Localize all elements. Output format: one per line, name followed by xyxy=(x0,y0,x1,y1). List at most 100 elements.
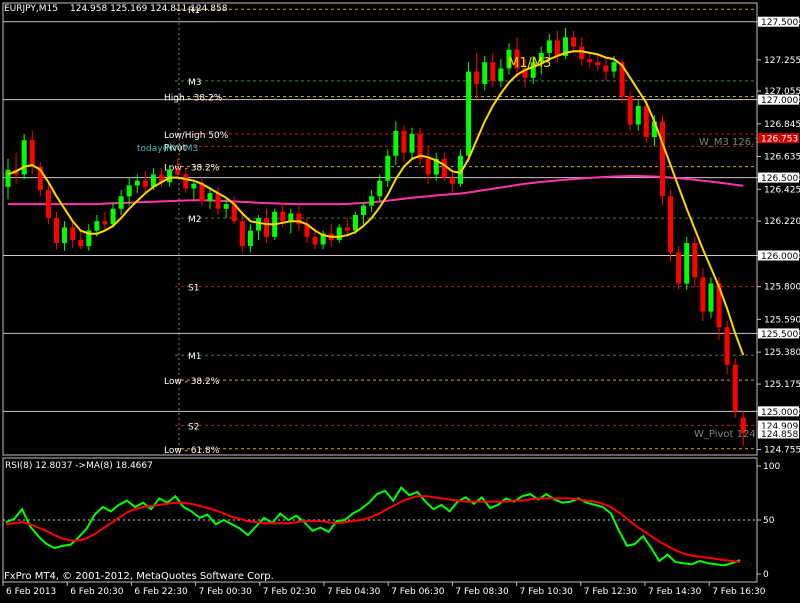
candle-body xyxy=(498,68,504,81)
candle-body xyxy=(466,71,472,156)
candle-body xyxy=(546,40,552,53)
candle-body xyxy=(118,196,124,209)
candle-body xyxy=(684,243,690,284)
rsi-title: RSI(8) 12.8037 ->MA(8) 18.4667 xyxy=(5,461,153,471)
candle-body xyxy=(312,236,318,245)
candle-body xyxy=(288,213,294,222)
time-axis-label: 7 Feb 12:30 xyxy=(584,587,638,597)
candle-body xyxy=(191,183,197,189)
candle-body xyxy=(29,140,35,167)
slow-ma-line xyxy=(8,175,744,206)
price-axis-label: 126.425 xyxy=(764,185,800,195)
candle-body xyxy=(94,221,100,231)
candle-body xyxy=(62,227,68,244)
candle-body xyxy=(134,180,140,186)
candle-body xyxy=(377,180,383,197)
price-marker-label: 127.500 xyxy=(761,18,798,28)
candle-body xyxy=(336,227,342,240)
candle-body xyxy=(676,252,682,284)
candle-body xyxy=(659,121,665,197)
mt4-chart[interactable]: R1 M3 High - 38.2% Low/High 50% Pivot Low - 3… xyxy=(0,0,800,600)
pivot-level-label: High - 38.2% xyxy=(164,94,223,104)
price-chart-svg[interactable]: R1M3High - 38.2%Low/High 50%PivotLow - 3… xyxy=(0,0,800,600)
price-pane-frame xyxy=(2,2,758,456)
candle-body xyxy=(215,193,221,209)
price-marker-label: 126.753 xyxy=(761,135,798,145)
candle-body xyxy=(587,59,593,63)
candle-body xyxy=(635,105,641,125)
candle-body xyxy=(264,218,270,237)
candle-body xyxy=(21,140,27,175)
time-axis-label: 6 Feb 2013 xyxy=(6,587,56,597)
candle-body xyxy=(692,243,698,278)
candle-body xyxy=(183,174,189,189)
candle-body xyxy=(45,190,51,219)
symbol-timeframe: EURJPY,M15 xyxy=(4,4,58,14)
pivot-level-label: S1 xyxy=(188,284,199,294)
price-marker-label: 127.000 xyxy=(761,96,798,106)
candle-body xyxy=(700,277,706,312)
pivot-level-label: Low/High 50% xyxy=(164,131,229,141)
price-axis-label: 125.380 xyxy=(764,348,800,358)
candle-body xyxy=(724,327,730,365)
time-axis-label: 7 Feb 00:30 xyxy=(199,587,253,597)
candle-body xyxy=(369,196,375,206)
candle-body xyxy=(668,196,674,253)
candle-body xyxy=(482,62,488,85)
candle-body xyxy=(490,62,496,81)
time-axis-label: 7 Feb 16:30 xyxy=(712,587,766,597)
candle-body xyxy=(595,62,601,66)
rsi-axis-label: 50 xyxy=(763,516,775,526)
candle-body xyxy=(449,177,455,184)
chart-annotation: today(NY) M3 xyxy=(137,144,198,154)
candle-body xyxy=(199,183,205,201)
time-axis-label: 7 Feb 10:30 xyxy=(520,587,574,597)
price-axis-label: 125.800 xyxy=(764,283,800,293)
candle-body xyxy=(361,205,367,215)
candle-body xyxy=(393,130,399,156)
candle-body xyxy=(126,185,132,197)
chart-annotation: M1/M3 xyxy=(508,56,551,71)
candle-body xyxy=(643,105,649,138)
candle-body xyxy=(409,133,415,153)
candle-body xyxy=(280,211,286,222)
price-axis-label: 126.220 xyxy=(764,217,800,227)
candle-body xyxy=(627,96,633,125)
candle-body xyxy=(255,218,261,231)
time-axis-label: 6 Feb 22:30 xyxy=(134,587,188,597)
candle-body xyxy=(441,158,447,178)
time-axis-label: 6 Feb 20:30 xyxy=(70,587,124,597)
candle-body xyxy=(70,227,76,240)
candle-body xyxy=(110,208,116,225)
candle-body xyxy=(352,214,358,231)
candle-body xyxy=(425,158,431,175)
candle-body xyxy=(603,65,609,72)
candle-body xyxy=(474,71,480,85)
pivot-level-label: M3 xyxy=(188,78,202,88)
candle-body xyxy=(175,169,181,175)
candle-body xyxy=(167,169,173,183)
time-axis-label: 7 Feb 06:30 xyxy=(391,587,445,597)
candle-body xyxy=(344,227,350,231)
chart-annotation: W_Pivot 124 xyxy=(694,429,756,440)
candle-body xyxy=(732,364,738,412)
candle-body xyxy=(5,169,11,187)
pivot-level-label: M2 xyxy=(188,215,202,225)
price-axis-label: 125.175 xyxy=(764,380,800,390)
candle-body xyxy=(239,221,245,247)
rsi-line xyxy=(5,486,741,567)
price-axis-label: 124.755 xyxy=(764,446,800,456)
time-axis-label: 7 Feb 04:30 xyxy=(327,587,381,597)
pivot-level-label: Low - 61.8% xyxy=(164,446,220,456)
price-axis-label: 127.255 xyxy=(764,56,800,66)
rsi-axis-label: 0 xyxy=(763,570,769,580)
candle-body xyxy=(571,37,577,47)
candle-body xyxy=(611,62,617,72)
candle-body xyxy=(223,204,229,209)
price-marker-label: 124.858 xyxy=(761,430,798,440)
chart-annotation: W_M3 126.7 xyxy=(699,137,761,148)
candle-body xyxy=(207,193,213,201)
price-marker-label: 126.500 xyxy=(761,174,798,184)
candle-body xyxy=(554,40,560,56)
price-marker-label: 126.000 xyxy=(761,252,798,262)
